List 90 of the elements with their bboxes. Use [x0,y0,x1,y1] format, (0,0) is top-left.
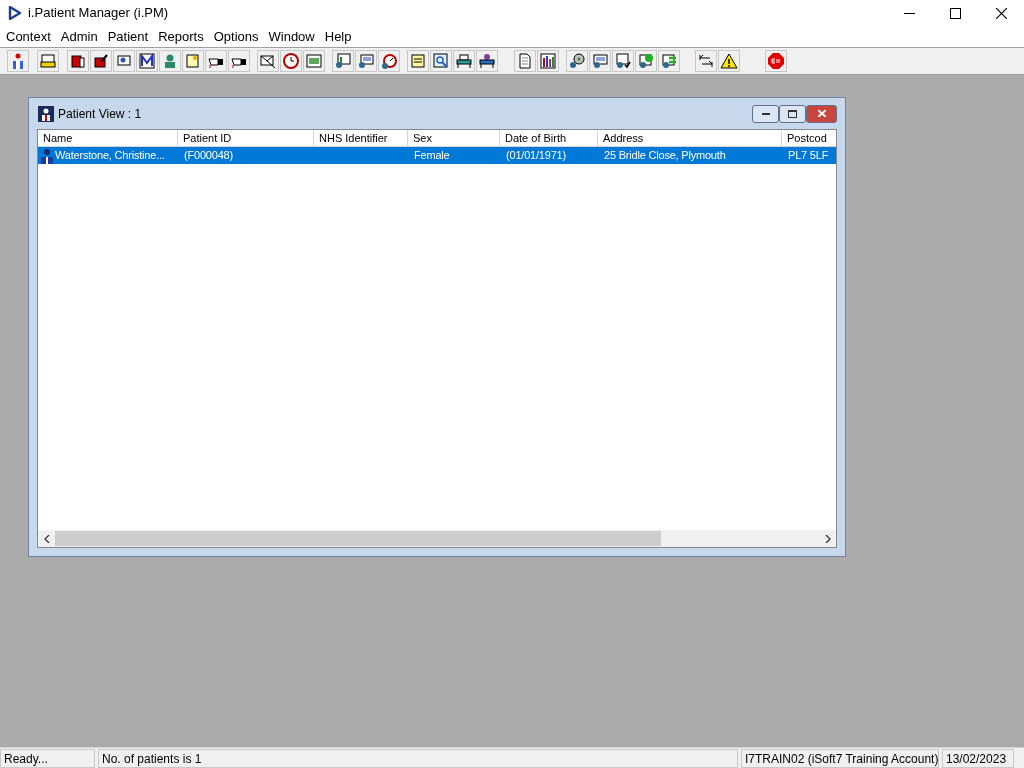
screen-button[interactable] [303,50,325,72]
printer-icon [39,52,57,70]
patient-count: No. of patients is 1 [98,748,738,768]
clock-button[interactable] [280,50,302,72]
envelope-pen-button[interactable] [257,50,279,72]
search-form-button[interactable] [430,50,452,72]
child-window-title: Patient View : 1 [58,105,142,123]
form-person-button[interactable] [355,50,377,72]
close-icon [995,7,1007,19]
restore-icon [788,109,797,118]
bed-button[interactable] [453,50,475,72]
stop-sign-icon [767,52,785,70]
menu-item[interactable]: Options [208,26,264,47]
clock-icon [282,52,300,70]
form-check-icon [614,52,632,70]
letter-m-icon [138,52,156,70]
envelope-pen-icon [259,52,277,70]
form-globe-icon [637,52,655,70]
document-button[interactable] [514,50,536,72]
chart-person-button[interactable] [332,50,354,72]
column-header[interactable]: Address [598,130,782,147]
menu-item[interactable]: Window [263,26,320,47]
app-logo-icon [8,6,22,20]
bed-person-button[interactable] [476,50,498,72]
book-button[interactable] [67,50,89,72]
note-star-button[interactable] [182,50,204,72]
close-button[interactable] [806,104,837,123]
person-button[interactable] [7,50,29,72]
menu-item[interactable]: Reports [153,26,209,47]
menu-item[interactable]: Patient [102,26,154,47]
form-globe-button[interactable] [635,50,657,72]
card-button[interactable] [113,50,135,72]
chart-person-icon [334,52,352,70]
swap-arrows-button[interactable] [695,50,717,72]
swap-arrows-icon [697,52,715,70]
status-text: Ready... [0,748,95,768]
book-pen-button[interactable] [90,50,112,72]
warning-icon [720,52,738,70]
document-icon [516,52,534,70]
column-header[interactable]: Date of Birth [500,130,598,147]
book-pen-icon [92,52,110,70]
warning-button[interactable] [718,50,740,72]
column-header[interactable]: Sex [408,130,500,147]
menu-item[interactable]: Context [1,26,56,47]
menu-item[interactable]: Admin [55,26,103,47]
table-cell-text: Waterstone, Christine... [55,148,165,164]
table-cell-text: (F000048) [184,148,233,164]
maximize-icon [949,7,961,19]
column-header[interactable]: Patient ID [178,130,314,147]
table-row[interactable]: Waterstone, Christine... (F000048) Female (01/01/1971) 25 Bridle Close, Plymouth PL7 5LF [38,147,836,164]
screen-icon [305,52,323,70]
restore-button[interactable] [779,104,806,123]
person-icon [38,105,54,122]
account-name: I7TRAIN02 (iSoft7 Training Account) [741,748,939,768]
table-cell-text: Female [414,148,450,164]
bed-icon [455,52,473,70]
gauge-button[interactable] [378,50,400,72]
stop-sign-button[interactable] [765,50,787,72]
bar-chart-button[interactable] [537,50,559,72]
bed-person-icon [478,52,496,70]
table-cell-text: 25 Bridle Close, Plymouth [604,148,726,164]
close-icon [817,110,826,117]
disc-person-icon [568,52,586,70]
table-cell-text: (01/01/1971) [506,148,566,164]
note-icon [409,52,427,70]
gauge-icon [380,52,398,70]
minimize-button[interactable] [752,104,779,123]
form-person-icon [591,52,609,70]
bar-chart-icon [539,52,557,70]
minimize-icon [761,112,770,115]
form-person-button[interactable] [589,50,611,72]
form-person-icon [357,52,375,70]
form-check-button[interactable] [612,50,634,72]
printer-button[interactable] [37,50,59,72]
menu-item[interactable]: Help [319,26,357,47]
minimize-icon [903,12,915,14]
column-header[interactable]: Name [38,130,178,147]
window-title: i.Patient Manager (i.PM) [28,4,169,23]
note-button[interactable] [407,50,429,72]
scrollbar-thumb[interactable] [55,531,661,546]
letter-m-button[interactable] [136,50,158,72]
horizontal-scrollbar[interactable] [38,530,836,547]
column-header[interactable]: NHS Identifier [314,130,408,147]
search-form-icon [432,52,450,70]
form-arrows-button[interactable] [658,50,680,72]
form-arrows-icon [660,52,678,70]
disc-person-button[interactable] [566,50,588,72]
table-cell-text: PL7 5LF [788,148,829,164]
book-icon [69,52,87,70]
status-date: 13/02/2023 [942,748,1014,768]
